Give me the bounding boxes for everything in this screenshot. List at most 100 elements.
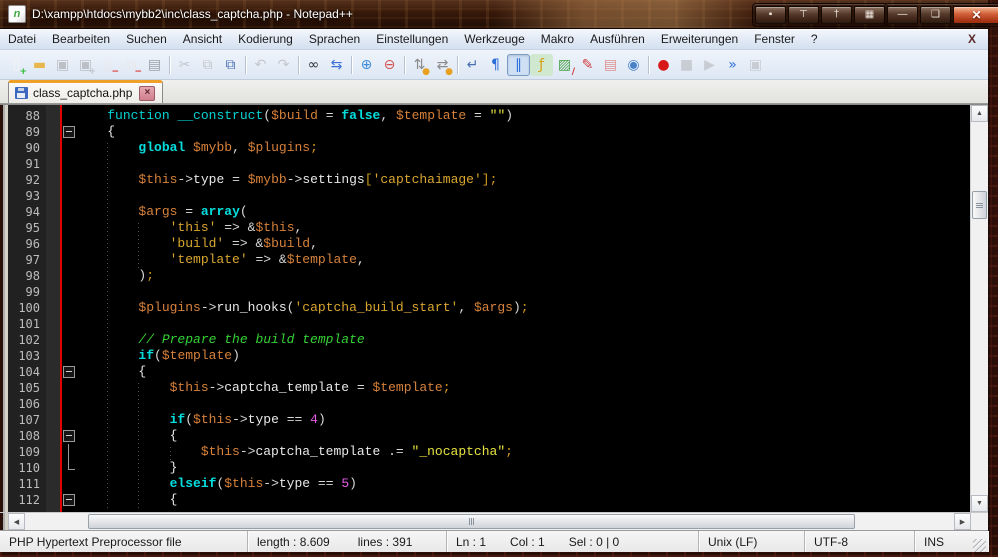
code-line-102[interactable]: // Prepare the build template (76, 332, 970, 348)
show-all-characters-icon[interactable]: ¶ (484, 54, 507, 76)
minimize-button[interactable]: — (887, 6, 918, 24)
tray-button[interactable]: ▪ (755, 6, 786, 24)
copy-icon[interactable]: ⧉ (196, 54, 219, 76)
menu-item-datei[interactable]: Datei (0, 29, 44, 49)
scroll-down-icon[interactable]: ▼ (971, 495, 988, 512)
cut-icon[interactable]: ✂ (173, 54, 196, 76)
resize-grip[interactable] (973, 539, 986, 552)
fold-collapse-icon[interactable] (63, 494, 75, 506)
vertical-scrollbar[interactable]: ▲ ▼ (970, 105, 988, 512)
fold-margin[interactable] (62, 105, 76, 512)
menu-item-ansicht[interactable]: Ansicht (175, 29, 230, 49)
panel-icon[interactable]: ▤ (599, 54, 622, 76)
save-icon[interactable]: ▣ (51, 54, 74, 76)
view-eye-icon[interactable]: ◉ (622, 54, 645, 76)
replace-icon[interactable]: ⇆ (325, 54, 348, 76)
menu-item-erweiterungen[interactable]: Erweiterungen (653, 29, 746, 49)
zoom-out-icon[interactable]: ⊖ (378, 54, 401, 76)
menu-item-werkzeuge[interactable]: Werkzeuge (456, 29, 532, 49)
paste-icon[interactable]: ⧉ (219, 54, 242, 76)
code-line-108[interactable]: { (76, 428, 970, 444)
code-line-88[interactable]: function __construct($build = false, $te… (76, 108, 970, 124)
undo-icon[interactable]: ↶ (249, 54, 272, 76)
code-line-89[interactable]: { (76, 124, 970, 140)
fold-collapse-icon[interactable] (63, 430, 75, 442)
redo-icon[interactable]: ↷ (272, 54, 295, 76)
code-line-98[interactable]: ); (76, 268, 970, 284)
fold-marker-row[interactable] (62, 364, 76, 380)
code-line-97[interactable]: 'template' => &$template, (76, 252, 970, 268)
tab-class-captcha[interactable]: class_captcha.php × (8, 80, 163, 103)
fold-collapse-icon[interactable] (63, 366, 75, 378)
close-document-x[interactable]: X (968, 32, 976, 46)
sync-horizontal-icon[interactable]: ⇄● (431, 54, 454, 76)
code-line-91[interactable] (76, 156, 970, 172)
maximize-button[interactable]: ❑ (920, 6, 951, 24)
menu-item-help[interactable]: ? (803, 29, 826, 49)
vertical-scroll-thumb[interactable] (972, 191, 987, 219)
code-line-104[interactable]: { (76, 364, 970, 380)
run-macro-multiple-icon[interactable]: » (721, 54, 744, 76)
bookmark-margin[interactable] (46, 105, 60, 512)
scroll-left-icon[interactable]: ◀ (8, 513, 25, 530)
rollup-button[interactable]: ⊤ (788, 6, 819, 24)
code-line-105[interactable]: $this->captcha_template = $template; (76, 380, 970, 396)
word-wrap-icon[interactable]: ↵ (461, 54, 484, 76)
close-button[interactable]: ✕ (953, 6, 998, 24)
transparency-button[interactable]: ▦ (854, 6, 885, 24)
fold-marker-row[interactable] (62, 444, 76, 460)
macro-edit-icon[interactable]: ✎ (576, 54, 599, 76)
document-map-icon[interactable]: ▨∕ (553, 54, 576, 76)
code-line-100[interactable]: $plugins->run_hooks('captcha_build_start… (76, 300, 970, 316)
code-line-110[interactable]: } (76, 460, 970, 476)
menu-item-sprachen[interactable]: Sprachen (301, 29, 368, 49)
close-file-icon[interactable]: ▯− (97, 54, 120, 76)
code-line-112[interactable]: { (76, 492, 970, 508)
stop-macro-icon[interactable]: ■ (675, 54, 698, 76)
horizontal-scrollbar[interactable]: ◀ ▶ (8, 513, 971, 530)
status-eol-format[interactable]: Unix (LF) (699, 531, 805, 552)
scroll-up-icon[interactable]: ▲ (971, 105, 988, 122)
sync-vertical-icon[interactable]: ⇅● (408, 54, 431, 76)
fold-marker-row[interactable] (62, 492, 76, 508)
code-line-103[interactable]: if($template) (76, 348, 970, 364)
play-macro-icon[interactable]: ▶ (698, 54, 721, 76)
scroll-right-icon[interactable]: ▶ (954, 513, 971, 530)
code-line-93[interactable] (76, 188, 970, 204)
code-area[interactable]: function __construct($build = false, $te… (76, 105, 970, 512)
horizontal-scroll-thumb[interactable] (88, 514, 855, 529)
close-all-icon[interactable]: ⧉− (120, 54, 143, 76)
code-line-96[interactable]: 'build' => &$build, (76, 236, 970, 252)
fold-marker-row[interactable] (62, 460, 76, 476)
print-icon[interactable]: ▤ (143, 54, 166, 76)
pin-button[interactable]: † (821, 6, 852, 24)
code-line-90[interactable]: global $mybb, $plugins; (76, 140, 970, 156)
code-line-106[interactable] (76, 396, 970, 412)
new-file-icon[interactable]: ▯+ (5, 54, 28, 76)
menu-item-suchen[interactable]: Suchen (118, 29, 175, 49)
status-encoding[interactable]: UTF-8 (805, 531, 915, 552)
find-icon[interactable]: ∞ (302, 54, 325, 76)
menu-item-bearbeiten[interactable]: Bearbeiten (44, 29, 118, 49)
fold-collapse-icon[interactable] (63, 126, 75, 138)
title-bar[interactable]: n D:\xampp\htdocs\mybb2\inc\class_captch… (0, 0, 988, 29)
menu-item-einstellungen[interactable]: Einstellungen (368, 29, 456, 49)
function-completion-icon[interactable]: ƒ (530, 54, 553, 76)
code-line-94[interactable]: $args = array( (76, 204, 970, 220)
code-line-109[interactable]: $this->captcha_template .= "_nocaptcha"; (76, 444, 970, 460)
menu-item-makro[interactable]: Makro (533, 29, 582, 49)
fold-marker-row[interactable] (62, 124, 76, 140)
menu-item-ausfhren[interactable]: Ausführen (582, 29, 653, 49)
tab-close-icon[interactable]: × (139, 86, 155, 101)
indent-guide-icon[interactable]: ∥ (507, 54, 530, 76)
code-line-92[interactable]: $this->type = $mybb->settings['captchaim… (76, 172, 970, 188)
code-line-101[interactable] (76, 316, 970, 332)
code-line-111[interactable]: elseif($this->type == 5) (76, 476, 970, 492)
code-line-99[interactable] (76, 284, 970, 300)
menu-item-fenster[interactable]: Fenster (746, 29, 803, 49)
save-all-icon[interactable]: ▣+ (74, 54, 97, 76)
code-line-95[interactable]: 'this' => &$this, (76, 220, 970, 236)
menu-item-kodierung[interactable]: Kodierung (230, 29, 301, 49)
code-line-107[interactable]: if($this->type == 4) (76, 412, 970, 428)
save-macro-icon[interactable]: ▣ (744, 54, 767, 76)
